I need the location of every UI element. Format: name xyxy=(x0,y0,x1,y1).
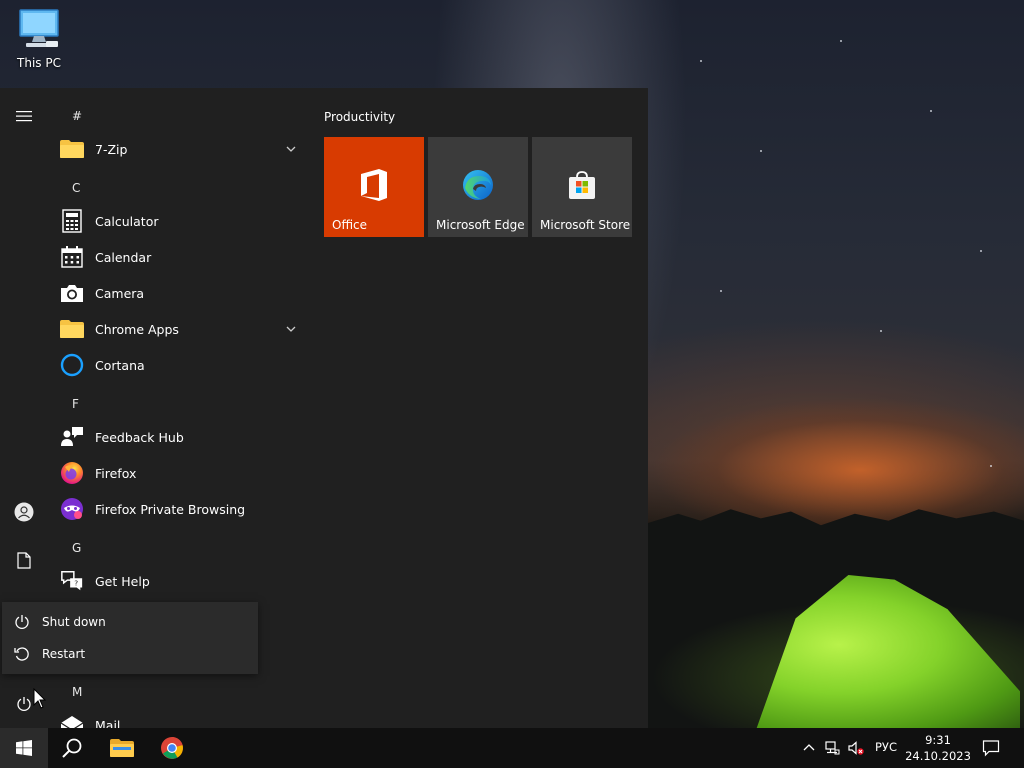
user-icon xyxy=(14,502,34,522)
office-icon xyxy=(356,167,392,203)
mouse-cursor xyxy=(33,688,47,709)
feedback-icon xyxy=(60,425,84,449)
shut-down-menu-item[interactable]: Shut down xyxy=(2,606,258,638)
chevron-down-icon[interactable] xyxy=(284,142,298,156)
star xyxy=(930,110,932,112)
input-language-indicator[interactable]: РУС xyxy=(875,740,897,754)
star xyxy=(880,330,882,332)
group-header[interactable]: F xyxy=(72,397,79,411)
group-header[interactable]: # xyxy=(72,109,82,123)
tile-microsoft-store[interactable]: Microsoft Store xyxy=(532,137,632,237)
taskbar: РУС 9:31 24.10.2023 xyxy=(0,728,1024,768)
calendar-icon xyxy=(60,245,84,269)
chevron-down-icon[interactable] xyxy=(284,322,298,336)
chrome-icon xyxy=(161,737,183,759)
app-item-calendar[interactable]: Calendar xyxy=(60,239,304,275)
user-account-button[interactable] xyxy=(0,492,48,532)
clock-time: 9:31 xyxy=(925,733,951,747)
app-item-7zip[interactable]: 7-Zip xyxy=(60,131,304,167)
app-item-calculator[interactable]: Calculator xyxy=(60,203,304,239)
clock[interactable]: 9:31 24.10.2023 xyxy=(905,732,971,764)
document-icon xyxy=(17,551,31,569)
expand-menu-button[interactable] xyxy=(0,96,48,136)
app-item-chrome-apps[interactable]: Chrome Apps xyxy=(60,311,304,347)
app-item-cortana[interactable]: Cortana xyxy=(60,347,304,383)
search-icon xyxy=(62,738,82,758)
group-header[interactable]: C xyxy=(72,181,80,195)
app-item-firefox-private[interactable]: Firefox Private Browsing xyxy=(60,491,304,527)
store-icon xyxy=(564,167,600,203)
help-icon: ? xyxy=(60,569,84,593)
action-center-button[interactable] xyxy=(968,728,1014,768)
restart-icon xyxy=(14,645,32,663)
computer-icon xyxy=(19,9,59,47)
folder-icon xyxy=(60,137,84,161)
file-explorer-button[interactable] xyxy=(98,728,146,768)
desktop-icon-this-pc[interactable]: This PC xyxy=(8,8,70,78)
power-icon xyxy=(17,697,31,712)
clock-date: 24.10.2023 xyxy=(905,749,971,763)
notification-icon xyxy=(982,740,1000,757)
folder-icon xyxy=(60,317,84,341)
search-button[interactable] xyxy=(48,728,96,768)
app-item-camera[interactable]: Camera xyxy=(60,275,304,311)
power-icon xyxy=(14,613,32,631)
tile-microsoft-edge[interactable]: Microsoft Edge xyxy=(428,137,528,237)
app-item-get-help[interactable]: ? Get Help xyxy=(60,563,304,599)
calculator-icon xyxy=(60,209,84,233)
firefox-private-icon xyxy=(60,497,84,521)
star xyxy=(990,465,992,467)
app-item-mail[interactable]: Mail xyxy=(60,707,304,728)
svg-text:?: ? xyxy=(74,579,78,588)
volume-muted-icon[interactable] xyxy=(848,740,864,756)
windows-logo-icon xyxy=(16,740,32,756)
app-item-firefox[interactable]: Firefox xyxy=(60,455,304,491)
chevron-up-icon[interactable] xyxy=(801,740,817,756)
desktop-icon-label: This PC xyxy=(17,56,61,70)
cortana-icon xyxy=(60,353,84,377)
documents-button[interactable] xyxy=(0,540,48,580)
tile-office[interactable]: Office xyxy=(324,137,424,237)
star xyxy=(840,40,842,42)
restart-menu-item[interactable]: Restart xyxy=(2,638,258,670)
start-button[interactable] xyxy=(0,728,48,768)
network-icon[interactable] xyxy=(824,740,840,756)
group-header[interactable]: G xyxy=(72,541,81,555)
star xyxy=(980,250,982,252)
group-header[interactable]: M xyxy=(72,685,82,699)
chrome-button[interactable] xyxy=(148,728,196,768)
tile-group-title[interactable]: Productivity xyxy=(324,110,395,124)
star xyxy=(700,60,702,62)
edge-icon xyxy=(460,167,496,203)
start-menu: # 7-Zip C Calculator Calendar Camera Chr… xyxy=(0,88,648,728)
star xyxy=(760,150,762,152)
firefox-icon xyxy=(60,461,84,485)
app-item-feedback-hub[interactable]: Feedback Hub xyxy=(60,419,304,455)
power-flyout: Shut down Restart xyxy=(2,602,258,674)
mail-icon xyxy=(60,713,84,728)
star xyxy=(720,290,722,292)
camera-icon xyxy=(60,281,84,305)
file-explorer-icon xyxy=(110,739,134,757)
hamburger-icon xyxy=(16,111,32,122)
